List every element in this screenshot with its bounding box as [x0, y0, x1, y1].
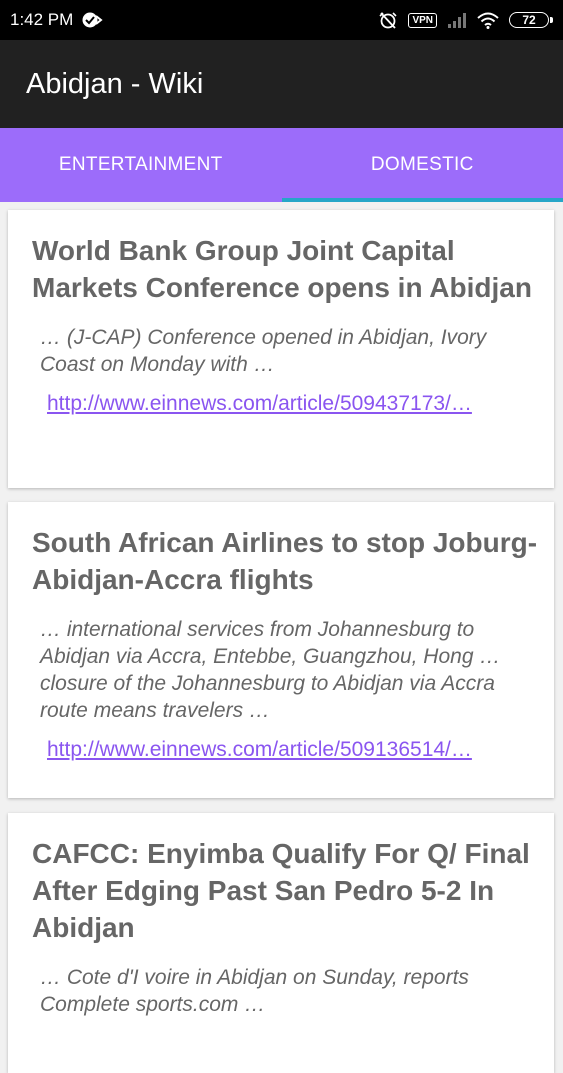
status-time: 1:42 PM: [10, 10, 73, 30]
vpn-badge: VPN: [408, 13, 437, 28]
cell-signal-icon: [447, 12, 467, 28]
wifi-icon: [477, 12, 499, 29]
alarm-off-icon: [378, 10, 398, 30]
app-bar: Abidjan - Wiki: [0, 40, 563, 128]
article-snippet: … international services from Johannesbu…: [40, 616, 538, 724]
article-card[interactable]: CAFCC: Enyimba Qualify For Q/ Final Afte…: [8, 813, 554, 1073]
tab-selected-indicator: [282, 198, 563, 202]
app-notification-icon: [81, 11, 103, 29]
article-title: South African Airlines to stop Joburg-Ab…: [32, 524, 538, 598]
article-title: CAFCC: Enyimba Qualify For Q/ Final Afte…: [32, 835, 538, 946]
battery-icon: 72: [509, 12, 553, 28]
app-title: Abidjan - Wiki: [26, 68, 203, 101]
tab-label: ENTERTAINMENT: [59, 154, 223, 176]
tab-domestic[interactable]: DOMESTIC: [282, 128, 563, 202]
article-snippet: … (J-CAP) Conference opened in Abidjan, …: [40, 324, 538, 378]
article-title: World Bank Group Joint Capital Markets C…: [32, 232, 538, 306]
tab-label: DOMESTIC: [371, 154, 474, 176]
article-link[interactable]: http://www.einnews.com/article/509136514…: [47, 738, 538, 762]
battery-level: 72: [509, 12, 549, 28]
status-bar: 1:42 PM VPN: [0, 0, 563, 40]
article-snippet: … Cote d'I voire in Abidjan on Sunday, r…: [40, 964, 538, 1018]
article-card[interactable]: World Bank Group Joint Capital Markets C…: [8, 210, 554, 488]
tab-entertainment[interactable]: ENTERTAINMENT: [0, 128, 282, 202]
article-card[interactable]: South African Airlines to stop Joburg-Ab…: [8, 502, 554, 798]
tab-bar: ENTERTAINMENT DOMESTIC: [0, 128, 563, 202]
article-link[interactable]: http://www.einnews.com/article/509437173…: [47, 392, 538, 416]
